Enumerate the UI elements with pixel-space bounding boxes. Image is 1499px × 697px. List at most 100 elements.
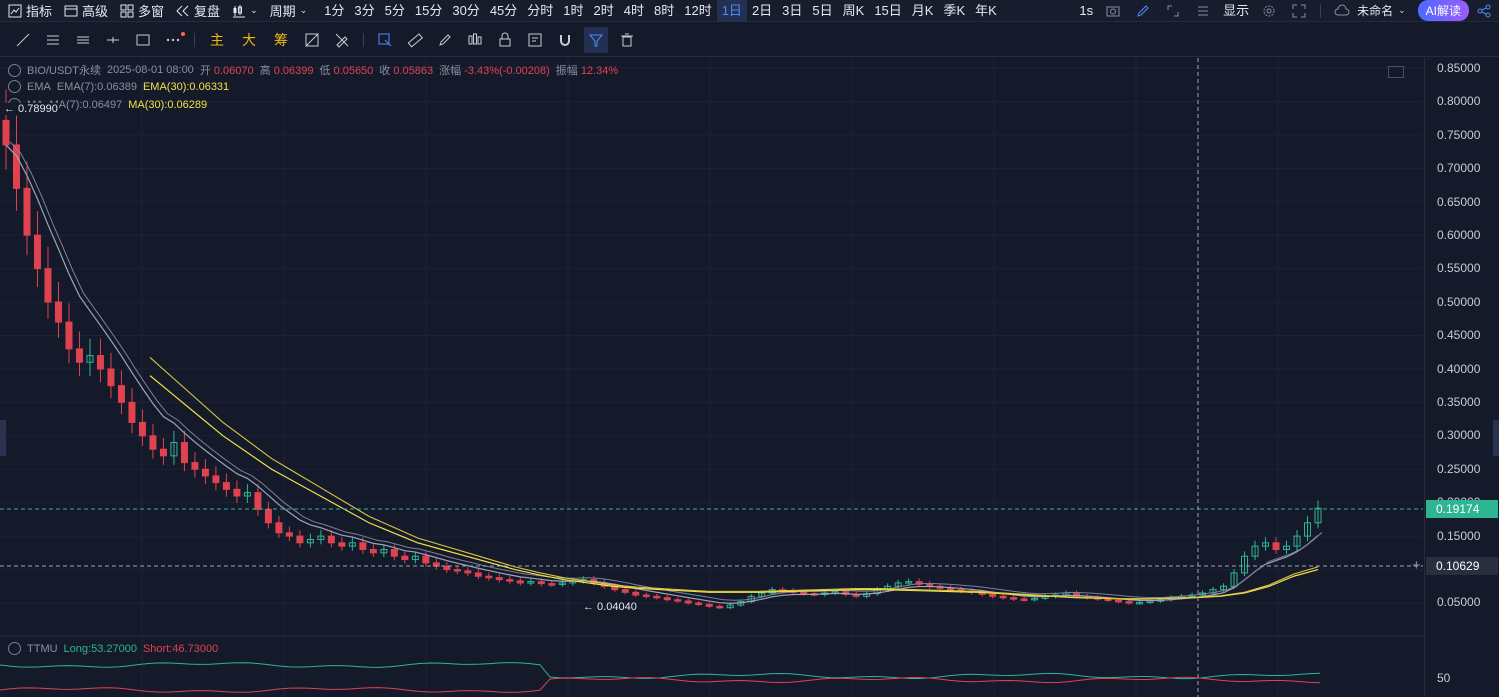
period-5[interactable]: 45分 — [485, 0, 522, 22]
candlestick-chart[interactable] — [0, 58, 1423, 697]
maximize-icon[interactable] — [1388, 66, 1404, 78]
camera-icon[interactable] — [1105, 3, 1121, 19]
ohlc-legend: BIO/USDT永续 2025-08-01 08:00 开 0.06070 高 … — [8, 62, 618, 78]
chevron-down-icon: ⌄ — [299, 5, 308, 15]
gear-icon[interactable] — [1261, 3, 1277, 19]
candle-body — [401, 555, 409, 561]
candle-body — [653, 595, 661, 599]
ai-analysis-button[interactable]: AI解读 — [1417, 0, 1469, 21]
period-10[interactable]: 8时 — [649, 0, 679, 22]
period-20[interactable]: 年K — [970, 0, 1002, 22]
big-order-button[interactable]: 大 — [242, 30, 256, 50]
datetime: 2025-08-01 08:00 — [106, 64, 194, 76]
pattern-icon[interactable] — [467, 32, 483, 48]
magnet-icon[interactable] — [557, 32, 573, 48]
candle-body — [495, 577, 503, 581]
trend-line-icon[interactable] — [15, 32, 31, 48]
period-16[interactable]: 周K — [838, 0, 870, 22]
period-19[interactable]: 季K — [938, 0, 970, 22]
horizontal-lines-icon[interactable] — [45, 32, 61, 48]
period-12[interactable]: 1日 — [716, 0, 747, 22]
period-17[interactable]: 15日 — [869, 0, 906, 22]
period-15[interactable]: 5日 — [807, 0, 837, 22]
filter-icon[interactable] — [584, 26, 608, 53]
period-1[interactable]: 3分 — [349, 0, 379, 22]
price-tick-label: 0.75000 — [1437, 127, 1481, 142]
chart-type-button[interactable]: ⌄ — [232, 4, 258, 18]
lock-icon[interactable] — [497, 32, 513, 48]
screenshot-icon[interactable] — [1165, 3, 1181, 19]
candle-body — [180, 442, 188, 464]
candle-body — [716, 605, 724, 609]
left-panel-toggle[interactable] — [0, 420, 6, 456]
multi-window-button[interactable]: 多窗 — [120, 1, 164, 20]
candle-body — [1272, 542, 1280, 550]
list-icon[interactable] — [1195, 3, 1211, 19]
period-label: 周期 — [269, 4, 296, 19]
close-label: 收 — [379, 65, 391, 77]
period-18[interactable]: 月K — [907, 0, 939, 22]
period-13[interactable]: 2日 — [747, 0, 777, 22]
main-indicator-button[interactable]: 主 — [210, 30, 224, 50]
high-value: 0.06399 — [273, 65, 314, 77]
right-panel-toggle[interactable] — [1493, 420, 1499, 456]
candle-body — [422, 555, 430, 564]
candle-body — [695, 602, 703, 605]
candle-body — [201, 468, 209, 477]
period-2[interactable]: 5分 — [380, 0, 410, 22]
ruler-icon[interactable] — [407, 32, 423, 48]
eye-icon[interactable] — [8, 63, 21, 77]
candle-body — [999, 595, 1007, 599]
candle-body — [1125, 601, 1133, 604]
advanced-button[interactable]: 高级 — [64, 1, 108, 20]
display-button[interactable]: 显示 — [1218, 0, 1254, 22]
zoom-select-icon[interactable] — [377, 32, 393, 48]
low-label: 低 — [319, 65, 331, 77]
period-dropdown[interactable]: 周期 ⌄ — [270, 1, 308, 20]
candle-body — [506, 579, 514, 582]
fullscreen-icon[interactable] — [1291, 3, 1307, 19]
share-icon[interactable] — [1476, 3, 1492, 19]
candle-body — [75, 348, 83, 363]
trash-icon[interactable] — [619, 32, 635, 48]
chart-area[interactable]: BIO/USDT永续 2025-08-01 08:00 开 0.06070 高 … — [0, 58, 1423, 697]
period-9[interactable]: 4时 — [619, 0, 649, 22]
candle-body — [369, 549, 377, 554]
period-3[interactable]: 15分 — [410, 0, 447, 22]
pen-icon[interactable] — [437, 32, 453, 48]
advanced-chart-icon — [64, 5, 78, 16]
candle-body — [128, 401, 136, 423]
price-tick-label: 0.65000 — [1437, 194, 1481, 209]
period-0[interactable]: 1分 — [319, 0, 349, 22]
edit-icon[interactable] — [1135, 3, 1151, 19]
ema30-value: EMA(30):0.06331 — [142, 80, 230, 93]
indicator-button[interactable]: 指标 — [8, 1, 52, 20]
more-icon[interactable] — [165, 31, 185, 48]
layout-name[interactable]: 未命名 — [1352, 0, 1398, 22]
eye-icon[interactable] — [8, 642, 21, 655]
chip-distribution-button[interactable]: 筹 — [274, 30, 288, 50]
period-8[interactable]: 2时 — [589, 0, 619, 22]
interval-button[interactable]: 1s — [1074, 0, 1098, 22]
compare-icon[interactable] — [304, 32, 320, 48]
period-6[interactable]: 分时 — [522, 0, 558, 22]
price-tick-label: 0.45000 — [1437, 328, 1481, 343]
ray-icon[interactable] — [105, 32, 121, 48]
crosshair-plus-icon[interactable]: + — [1412, 557, 1421, 574]
parallel-lines-icon[interactable] — [75, 32, 91, 48]
candle-body — [264, 508, 272, 524]
rectangle-icon[interactable] — [135, 32, 151, 48]
candle-body — [1115, 599, 1123, 603]
eye-icon[interactable] — [8, 80, 21, 93]
replay-button[interactable]: 复盘 — [176, 1, 220, 20]
candle-body — [138, 421, 146, 437]
candle-body — [642, 594, 650, 597]
hide-drawings-icon[interactable] — [334, 32, 350, 48]
period-14[interactable]: 3日 — [777, 0, 807, 22]
note-icon[interactable] — [527, 32, 543, 48]
period-7[interactable]: 1时 — [558, 0, 588, 22]
period-4[interactable]: 30分 — [447, 0, 484, 22]
price-axis[interactable]: 0.85000 0.80000 0.75000 0.70000 0.65000 0.600… — [1424, 58, 1499, 697]
candle-body — [453, 569, 461, 572]
period-11[interactable]: 12时 — [679, 0, 716, 22]
